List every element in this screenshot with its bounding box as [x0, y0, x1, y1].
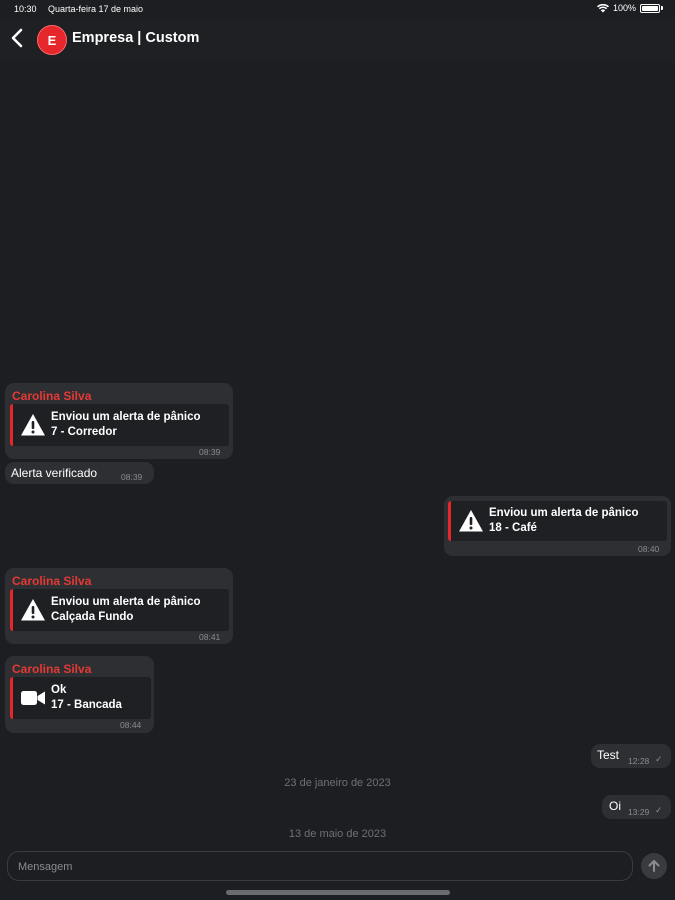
message-time: 12:28 — [628, 756, 650, 766]
status-date: Quarta-feira 17 de maio — [48, 4, 144, 14]
alert-card[interactable]: Enviou um alerta de pânico 18 - Café — [448, 501, 667, 541]
message-time: 08:40 — [638, 544, 660, 554]
message-bubble-outgoing[interactable]: Oi 13:29 ✓ — [602, 795, 671, 819]
avatar[interactable]: E — [37, 25, 67, 55]
message-bubble-incoming[interactable]: Alerta verificado 08:39 — [5, 462, 154, 484]
battery-percent: 100% — [612, 3, 636, 13]
message-text: Test — [597, 748, 620, 762]
chevron-left-icon — [11, 28, 23, 48]
message-input[interactable] — [16, 858, 620, 876]
message-bubble-incoming[interactable]: Carolina Silva Enviou um alerta de pânic… — [5, 568, 233, 644]
message-time: 08:41 — [199, 632, 221, 642]
alert-card[interactable]: Enviou um alerta de pânico Calçada Fundo — [10, 589, 229, 631]
message-bubble-outgoing[interactable]: Enviou um alerta de pânico 18 - Café 08:… — [444, 496, 671, 556]
message-time: 08:39 — [121, 472, 143, 482]
video-card[interactable]: Ok 17 - Bancada — [10, 677, 151, 719]
check-icon: ✓ — [655, 754, 663, 764]
chat-title[interactable]: Empresa | Custom — [72, 30, 199, 46]
message-bubble-incoming[interactable]: Carolina Silva Ok 17 - Bancada 08:44 — [5, 656, 154, 733]
battery-tip — [661, 6, 663, 10]
message-text: Alerta verificado — [11, 466, 98, 480]
warning-triangle-icon — [459, 510, 483, 532]
battery-icon — [640, 3, 660, 13]
alert-location: 18 - Café — [489, 522, 537, 534]
alert-location: 7 - Corredor — [51, 426, 117, 438]
message-time: 13:29 — [628, 807, 650, 817]
warning-triangle-icon — [21, 414, 45, 436]
alert-title: Enviou um alerta de pânico — [51, 411, 201, 423]
message-time: 08:44 — [120, 720, 142, 730]
message-bubble-incoming[interactable]: Carolina Silva Enviou um alerta de pânic… — [5, 383, 233, 459]
arrow-up-icon — [648, 860, 660, 872]
alert-title: Enviou um alerta de pânico — [489, 507, 639, 519]
sender-name: Carolina Silva — [12, 389, 92, 403]
alert-location: Calçada Fundo — [51, 611, 134, 623]
message-text: Oi — [609, 799, 621, 813]
status-time: 10:30 — [14, 4, 37, 14]
status-bar: 10:30 Quarta-feira 17 de maio 100% — [0, 0, 675, 18]
message-composer[interactable] — [7, 851, 633, 881]
date-separator: 23 de janeiro de 2023 — [284, 777, 391, 789]
message-bubble-outgoing[interactable]: Test 12:28 ✓ — [591, 744, 671, 768]
card-location: 17 - Bancada — [51, 699, 122, 711]
back-button[interactable] — [8, 26, 28, 50]
status-right: 100% — [596, 3, 663, 13]
warning-triangle-icon — [21, 599, 45, 621]
alert-title: Enviou um alerta de pânico — [51, 596, 201, 608]
video-camera-icon — [21, 691, 45, 705]
date-separator: 13 de maio de 2023 — [288, 828, 387, 840]
wifi-icon — [596, 3, 609, 12]
chat-header: E Empresa | Custom — [0, 18, 675, 62]
home-indicator — [226, 890, 450, 895]
message-time: 08:39 — [199, 447, 221, 457]
card-title: Ok — [51, 684, 67, 696]
alert-card[interactable]: Enviou um alerta de pânico 7 - Corredor — [10, 404, 229, 446]
check-icon: ✓ — [655, 805, 663, 815]
sender-name: Carolina Silva — [12, 574, 92, 588]
send-button[interactable] — [641, 853, 667, 879]
sender-name: Carolina Silva — [12, 662, 92, 676]
